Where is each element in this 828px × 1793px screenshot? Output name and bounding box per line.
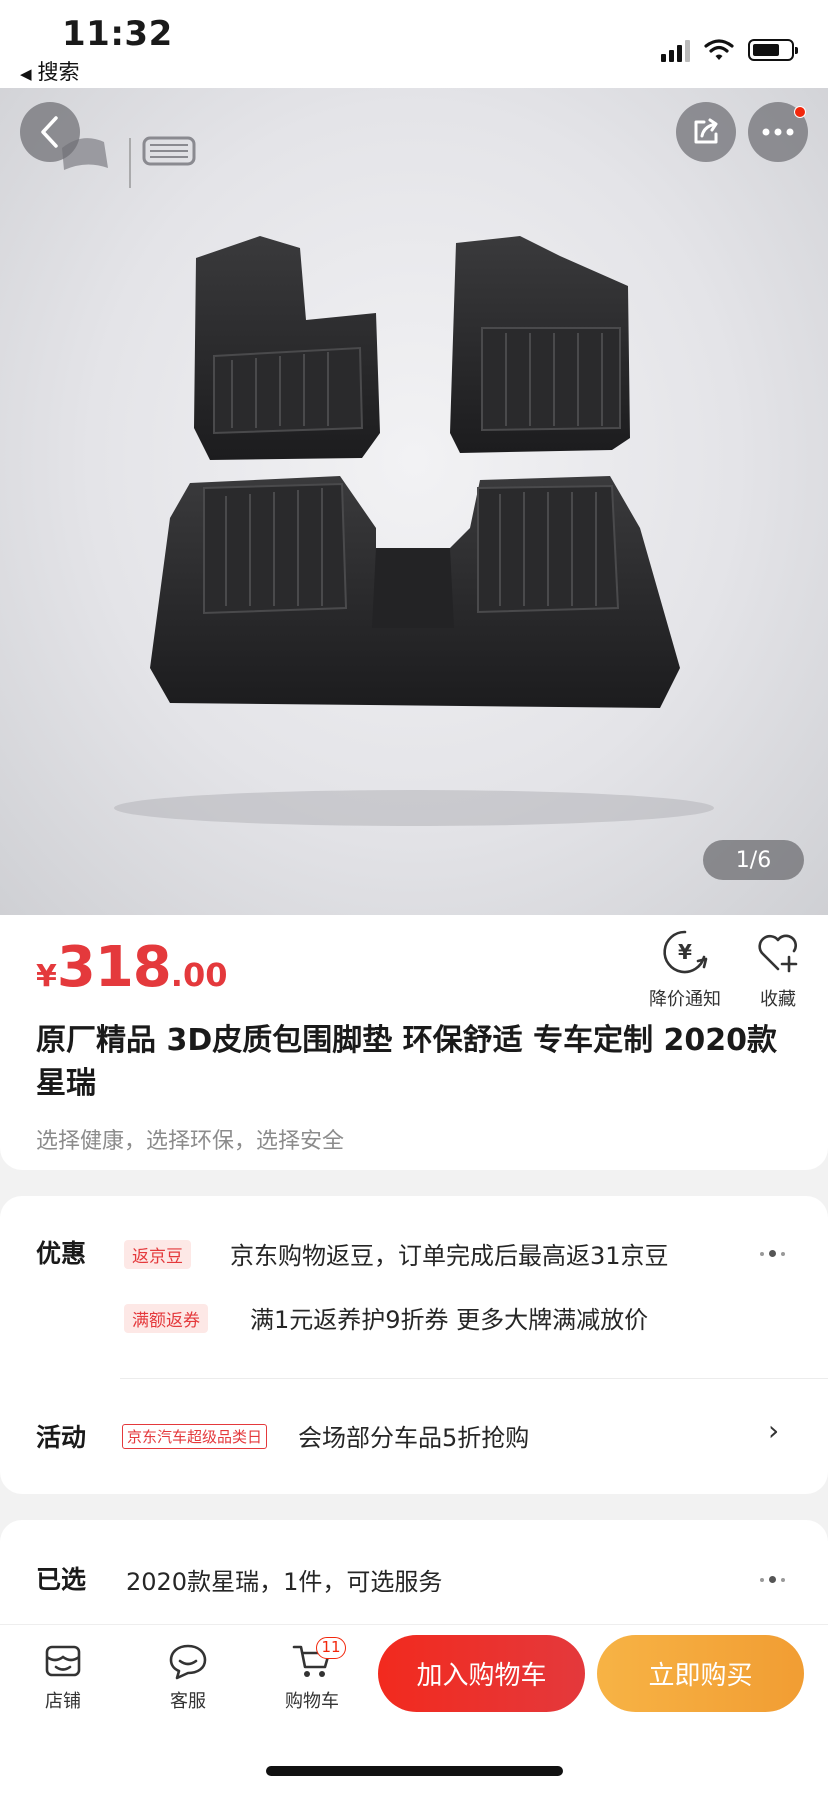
product-image-gallery[interactable]: 1/6 (0, 88, 828, 915)
favorite-button[interactable]: 收藏 (740, 929, 816, 1011)
customer-service-button[interactable]: 客服 (148, 1641, 228, 1713)
selected-more-dots-icon (760, 1576, 785, 1583)
cart-button[interactable]: 11 购物车 (272, 1637, 352, 1713)
price-decimal: .00 (170, 956, 228, 994)
product-price: ¥318.00 (36, 935, 227, 1000)
chevron-right-icon: › (768, 1414, 780, 1447)
product-photo-floor-mats (114, 236, 714, 826)
status-bar: 11:32 ◀ 搜索 (0, 0, 828, 88)
favorite-label: 收藏 (760, 989, 796, 1010)
customer-service-label: 客服 (170, 1691, 206, 1712)
promo-more-dots-icon[interactable] (760, 1250, 785, 1257)
heart-plus-icon (758, 934, 798, 973)
promotions-card: 优惠 返京豆 京东购物返豆，订单完成后最高返31京豆 满额返券 满1元返养护9折… (0, 1196, 828, 1494)
activity-tag: 京东汽车超级品类日 (122, 1424, 268, 1449)
divider (120, 1378, 828, 1379)
wifi-icon (704, 39, 734, 60)
share-icon (694, 118, 718, 144)
product-info-card: ¥318.00 ¥ 降价通知 收藏 原厂精品 3D皮质包围脚垫 环保舒适 专车定… (0, 915, 828, 1170)
cart-count-badge: 11 (316, 1637, 346, 1659)
battery-icon (748, 39, 798, 61)
store-button[interactable]: 店铺 (23, 1641, 103, 1713)
price-notify-button[interactable]: ¥ 降价通知 (640, 929, 730, 1011)
svg-text:¥: ¥ (678, 940, 692, 964)
price-integer: 318 (56, 935, 172, 1000)
activity-label: 活动 (36, 1423, 87, 1452)
activity-text: 会场部分车品5折抢购 (298, 1424, 530, 1452)
notification-dot (794, 106, 806, 118)
more-button[interactable] (748, 102, 808, 162)
back-app-label: 搜索 (37, 60, 80, 84)
back-triangle-icon: ◀ (20, 65, 32, 83)
promo-text-coupon: 满1元返养护9折券 更多大牌满减放价 (250, 1306, 649, 1334)
chevron-left-icon (41, 116, 58, 148)
chat-bubble-icon (169, 1644, 207, 1680)
image-counter: 1/6 (703, 840, 804, 880)
price-currency: ¥ (36, 959, 57, 994)
more-dots-icon (762, 128, 794, 136)
buy-now-button[interactable]: 立即购买 (597, 1635, 804, 1712)
price-notify-label: 降价通知 (649, 989, 721, 1010)
promo-text-beans: 京东购物返豆，订单完成后最高返31京豆 (230, 1242, 669, 1270)
selected-text: 2020款星瑞，1件，可选服务 (126, 1568, 443, 1596)
status-icons (661, 38, 798, 62)
promo-label: 优惠 (36, 1239, 87, 1268)
selected-options-card[interactable]: 已选 2020款星瑞，1件，可选服务 (0, 1520, 828, 1640)
share-button[interactable] (676, 102, 736, 162)
product-subtitle: 选择健康，选择环保，选择安全 (36, 1129, 345, 1154)
price-drop-bell-icon: ¥ (663, 930, 708, 974)
cellular-signal-icon (661, 38, 690, 62)
status-time: 11:32 (62, 14, 173, 54)
home-indicator[interactable] (266, 1766, 563, 1776)
store-icon (45, 1645, 81, 1677)
product-title: 原厂精品 3D皮质包围脚垫 环保舒适 专车定制 2020款星瑞 (36, 1023, 778, 1101)
back-to-search-link[interactable]: ◀ 搜索 (20, 56, 80, 86)
back-button[interactable] (20, 102, 80, 162)
store-label: 店铺 (45, 1691, 81, 1712)
selected-label: 已选 (36, 1565, 87, 1594)
promo-tag-coupon: 满额返券 (124, 1304, 208, 1333)
promo-tag-beans: 返京豆 (124, 1240, 191, 1269)
add-to-cart-button[interactable]: 加入购物车 (378, 1635, 585, 1712)
cart-label: 购物车 (285, 1691, 339, 1712)
